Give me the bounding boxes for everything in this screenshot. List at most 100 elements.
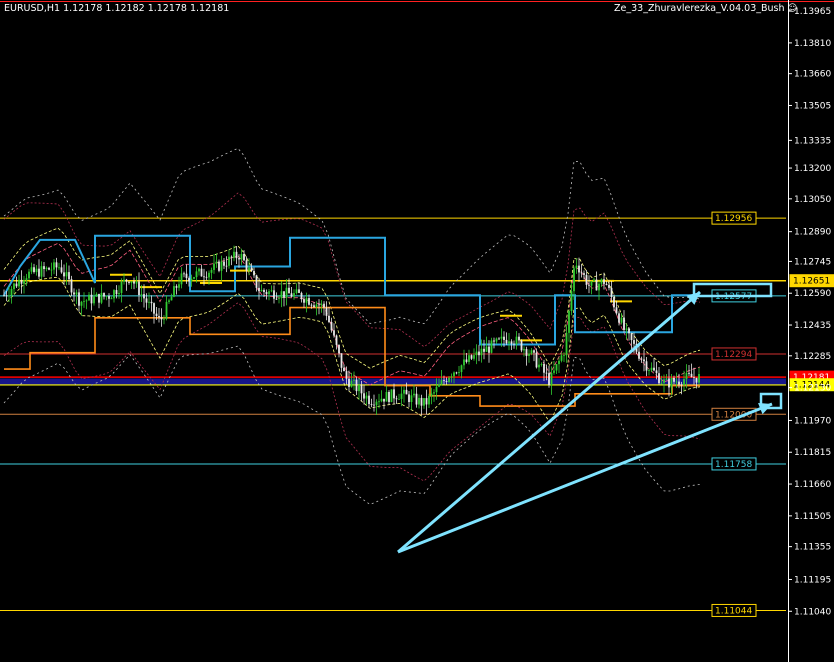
candle-body	[540, 364, 543, 365]
candle-body	[570, 291, 573, 311]
candle-body	[500, 336, 503, 339]
candle-body	[510, 341, 513, 344]
candle-body	[290, 293, 293, 297]
candle-body	[85, 300, 88, 302]
envelope-band	[3, 192, 701, 348]
candle-body	[308, 298, 310, 305]
candle-body	[243, 254, 245, 261]
candle-body	[683, 379, 685, 386]
price-axis-label: 1.11195	[794, 575, 831, 585]
candle-body	[250, 267, 253, 271]
candle-body	[145, 298, 148, 303]
candle-body	[220, 261, 223, 271]
candle-body	[423, 398, 425, 406]
price-axis-label: 1.11970	[794, 416, 831, 426]
candle-body	[643, 359, 645, 362]
candle-body	[130, 281, 133, 283]
candle-body	[368, 395, 370, 405]
candle-body	[173, 286, 175, 297]
candle-body	[138, 281, 140, 296]
candle-body	[270, 290, 273, 292]
candle-body	[115, 290, 118, 295]
candle-body	[663, 379, 665, 383]
candle-body	[503, 336, 505, 340]
price-level-label: 1.12294	[715, 350, 752, 360]
price-level-label: 1.11044	[715, 606, 752, 616]
candle-body	[488, 346, 490, 353]
candle-body	[365, 395, 368, 399]
candle-body	[608, 284, 610, 288]
candle-body	[410, 395, 413, 403]
candle-body	[275, 298, 278, 300]
candle-body	[563, 355, 565, 357]
candle-body	[550, 372, 553, 385]
candle-body	[485, 346, 488, 352]
candle-body	[150, 301, 153, 304]
candle-body	[90, 294, 93, 304]
candle-body	[43, 266, 45, 270]
candle-body	[398, 398, 400, 400]
candle-body	[358, 384, 360, 392]
candle-body	[425, 398, 428, 405]
candle-body	[283, 291, 285, 298]
candle-body	[475, 351, 478, 356]
candle-body	[20, 279, 23, 284]
candle-body	[288, 287, 290, 294]
candle-body	[208, 272, 210, 278]
candle-body	[225, 265, 228, 267]
candle-body	[320, 303, 323, 306]
candle-body	[73, 292, 75, 295]
candle-body	[415, 393, 418, 405]
candle-body	[98, 293, 100, 303]
candle-body	[65, 272, 68, 277]
candle-body	[648, 370, 650, 371]
candle-body	[70, 279, 73, 293]
candle-body	[285, 287, 288, 298]
candle-body	[555, 364, 558, 371]
candle-body	[83, 301, 85, 302]
price-chart[interactable]: 1.129561.126511.125771.122941.121811.121…	[0, 0, 834, 662]
candle-body	[168, 300, 170, 302]
annotation-arrow-shaft	[397, 290, 701, 554]
candle-body	[480, 348, 483, 356]
candle-body	[620, 317, 623, 323]
candle-body	[468, 355, 470, 362]
price-axis-label: 1.11815	[794, 448, 831, 458]
candle-body	[580, 272, 583, 274]
candle-body	[310, 304, 313, 306]
candle-body	[300, 292, 303, 300]
candle-body	[18, 279, 20, 287]
candle-body	[533, 350, 535, 353]
candle-body	[110, 298, 113, 300]
candle-body	[385, 391, 388, 402]
candle-body	[143, 294, 145, 299]
candle-body	[448, 377, 450, 382]
candle-body	[195, 271, 198, 278]
candle-body	[543, 364, 545, 373]
price-axis-label: 1.13965	[794, 7, 831, 17]
envelope-band	[3, 242, 701, 386]
candle-body	[175, 286, 178, 288]
price-axis-label: 1.11355	[794, 543, 831, 553]
candle-body	[575, 265, 578, 269]
candle-body	[75, 292, 78, 295]
candle-body	[118, 293, 120, 295]
candle-body	[610, 287, 613, 298]
candle-body	[515, 336, 518, 345]
candle-body	[10, 289, 13, 296]
candle-body	[348, 378, 350, 387]
candle-body	[378, 401, 380, 403]
candle-body	[255, 275, 258, 288]
candle-body	[588, 284, 590, 286]
candle-body	[508, 341, 510, 344]
candle-body	[433, 392, 435, 394]
price-level-label: 1.11758	[715, 460, 752, 470]
candle-body	[230, 256, 233, 258]
candle-body	[190, 278, 193, 282]
price-axis-label: 1.12590	[794, 289, 831, 299]
candle-body	[698, 374, 700, 383]
candle-body	[690, 373, 693, 378]
candle-body	[63, 272, 65, 277]
candle-body	[15, 283, 18, 287]
candle-body	[445, 381, 448, 382]
